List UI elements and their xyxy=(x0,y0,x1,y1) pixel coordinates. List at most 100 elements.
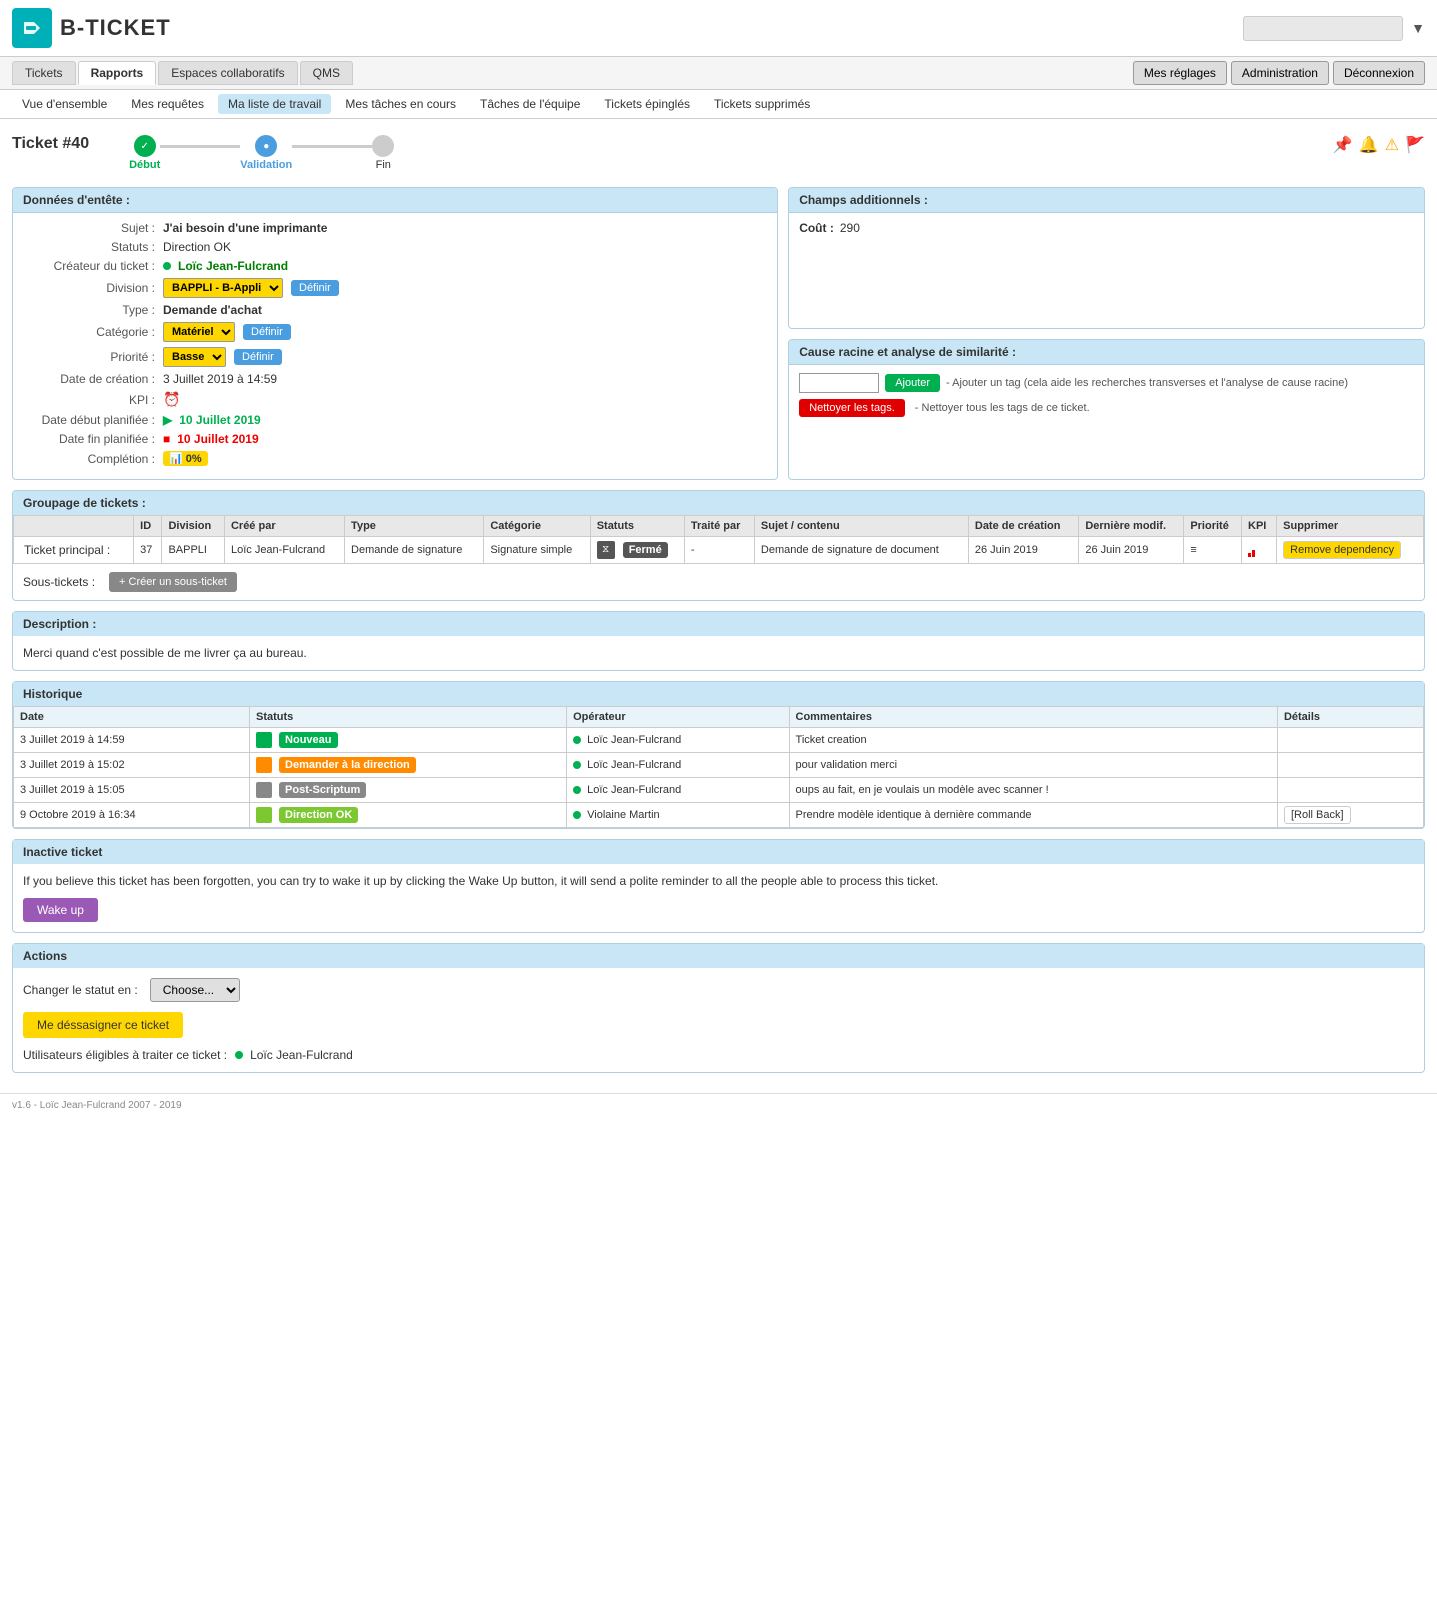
date-fin-value: 10 Juillet 2019 xyxy=(177,432,258,446)
champs-additionnels-box: Champs additionnels : Coût : 290 xyxy=(788,187,1425,329)
hist-details xyxy=(1277,753,1423,778)
filter-icon[interactable]: ▼ xyxy=(1411,20,1425,36)
step-circle-debut: ✓ xyxy=(134,135,156,157)
groupage-section: Groupage de tickets : ID Division Créé p… xyxy=(12,490,1425,601)
tag-input-row: Ajouter - Ajouter un tag (cela aide les … xyxy=(799,373,1414,393)
administration-button[interactable]: Administration xyxy=(1231,61,1329,85)
hist-details: [Roll Back] xyxy=(1277,803,1423,828)
row-statuts: Statuts : Direction OK xyxy=(23,240,767,254)
createur-label: Créateur du ticket : xyxy=(23,259,163,273)
tab-rapports[interactable]: Rapports xyxy=(78,61,157,85)
row-createur: Créateur du ticket : Loïc Jean-Fulcrand xyxy=(23,259,767,273)
remove-dependency-button[interactable]: Remove dependency xyxy=(1283,541,1401,559)
ticket-header: Ticket #40 ✓ Début ● Validation Fin 📌 🔔 … xyxy=(12,129,1425,177)
th-sujet: Sujet / contenu xyxy=(754,516,968,537)
inactive-message: If you believe this ticket has been forg… xyxy=(23,874,1414,888)
header-right: ▼ xyxy=(1243,16,1425,41)
division-container: BAPPLI - B-Appli Définir xyxy=(163,278,339,298)
tp-remove[interactable]: Remove dependency xyxy=(1277,537,1424,564)
row-date-debut: Date début planifiée : ▶ 10 Juillet 2019 xyxy=(23,413,767,427)
th-type: Type xyxy=(345,516,484,537)
step-validation: ● Validation xyxy=(240,135,292,171)
th-date: Date xyxy=(14,707,250,728)
th-supprimer: Supprimer xyxy=(1277,516,1424,537)
tp-date-creation: 26 Juin 2019 xyxy=(968,537,1078,564)
th-priorite: Priorité xyxy=(1184,516,1242,537)
subnav-tickets-epingles[interactable]: Tickets épinglés xyxy=(594,94,700,114)
changer-statut-label: Changer le statut en : xyxy=(23,983,138,997)
categorie-container: Matériel Définir xyxy=(163,322,291,342)
type-label: Type : xyxy=(23,303,163,317)
description-content: Merci quand c'est possible de me livrer … xyxy=(23,646,307,660)
subnav-taches-equipe[interactable]: Tâches de l'équipe xyxy=(470,94,590,114)
date-fin-label: Date fin planifiée : xyxy=(23,432,163,446)
inactive-body: If you believe this ticket has been forg… xyxy=(13,864,1424,932)
creer-sous-ticket-button[interactable]: + Créer un sous-ticket xyxy=(109,572,237,592)
cout-value: 290 xyxy=(840,221,860,235)
categorie-definir-button[interactable]: Définir xyxy=(243,324,291,340)
ticket-principal-label: Ticket principal : xyxy=(14,537,134,564)
dessasigner-button[interactable]: Me déssasigner ce ticket xyxy=(23,1012,183,1038)
warning-icon[interactable]: ⚠ xyxy=(1385,135,1399,155)
deconnexion-button[interactable]: Déconnexion xyxy=(1333,61,1425,85)
nav-right-buttons: Mes réglages Administration Déconnexion xyxy=(1133,61,1425,85)
champs-header: Champs additionnels : xyxy=(789,188,1424,213)
wakeup-button[interactable]: Wake up xyxy=(23,898,98,922)
search-input[interactable] xyxy=(1243,16,1403,41)
donnees-header: Données d'entête : xyxy=(13,188,777,213)
hist-commentaires: pour validation merci xyxy=(789,753,1277,778)
ticket-principal-row: Ticket principal : 37 BAPPLI Loïc Jean-F… xyxy=(14,537,1424,564)
tp-statuts: ⧖ Fermé xyxy=(590,537,684,564)
tab-espaces[interactable]: Espaces collaboratifs xyxy=(158,61,297,85)
subnav-tickets-supprimes[interactable]: Tickets supprimés xyxy=(704,94,820,114)
th-details: Détails xyxy=(1277,707,1423,728)
categorie-select[interactable]: Matériel xyxy=(163,322,235,342)
subnav-taches-en-cours[interactable]: Mes tâches en cours xyxy=(335,94,466,114)
ajouter-hint: - Ajouter un tag (cela aide les recherch… xyxy=(946,377,1348,389)
changer-statut-select[interactable]: Choose... xyxy=(150,978,240,1002)
eligibles-dot xyxy=(235,1051,243,1059)
subnav-mes-requetes[interactable]: Mes requêtes xyxy=(121,94,214,114)
subnav-ma-liste[interactable]: Ma liste de travail xyxy=(218,94,331,114)
sujet-value: J'ai besoin d'une imprimante xyxy=(163,221,327,235)
mes-reglages-button[interactable]: Mes réglages xyxy=(1133,61,1227,85)
th-kpi: KPI xyxy=(1242,516,1277,537)
categorie-label: Catégorie : xyxy=(23,325,163,339)
completion-value: 0% xyxy=(186,453,202,465)
actions-body: Changer le statut en : Choose... Me déss… xyxy=(13,968,1424,1072)
hist-row: 3 Juillet 2019 à 15:02 Demander à la dir… xyxy=(14,753,1424,778)
hist-details xyxy=(1277,778,1423,803)
actions-header: Actions xyxy=(13,944,1424,968)
hist-row: 3 Juillet 2019 à 15:05 Post-Scriptum Loï… xyxy=(14,778,1424,803)
pin-icon[interactable]: 📌 xyxy=(1333,135,1353,155)
connector-1 xyxy=(160,145,240,148)
bell-icon[interactable]: 🔔 xyxy=(1359,135,1379,155)
createur-value: Loïc Jean-Fulcrand xyxy=(178,259,288,273)
historique-section: Historique Date Statuts Opérateur Commen… xyxy=(12,681,1425,829)
main-content: Ticket #40 ✓ Début ● Validation Fin 📌 🔔 … xyxy=(0,119,1437,1093)
tp-derniere: 26 Juin 2019 xyxy=(1079,537,1184,564)
division-select[interactable]: BAPPLI - B-Appli xyxy=(163,278,283,298)
priorite-definir-button[interactable]: Définir xyxy=(234,349,282,365)
flag-icon[interactable]: 🚩 xyxy=(1405,135,1425,155)
tag-text-input[interactable] xyxy=(799,373,879,393)
hist-operateur: Loïc Jean-Fulcrand xyxy=(567,778,789,803)
ajouter-button[interactable]: Ajouter xyxy=(885,374,940,392)
hist-date: 3 Juillet 2019 à 15:02 xyxy=(14,753,250,778)
division-definir-button[interactable]: Définir xyxy=(291,280,339,296)
cause-body: Ajouter - Ajouter un tag (cela aide les … xyxy=(789,365,1424,425)
clear-tags-button[interactable]: Nettoyer les tags. xyxy=(799,399,905,417)
statuts-value: Direction OK xyxy=(163,240,231,254)
nav-bar: Tickets Rapports Espaces collaboratifs Q… xyxy=(0,57,1437,90)
hist-commentaires: Ticket creation xyxy=(789,728,1277,753)
tab-tickets[interactable]: Tickets xyxy=(12,61,76,85)
hist-header-row: Date Statuts Opérateur Commentaires Déta… xyxy=(14,707,1424,728)
logo: B-TICKET xyxy=(12,8,171,48)
subnav-vue-ensemble[interactable]: Vue d'ensemble xyxy=(12,94,117,114)
step-circle-fin xyxy=(372,135,394,157)
hist-date: 9 Octobre 2019 à 16:34 xyxy=(14,803,250,828)
priorite-select[interactable]: Basse xyxy=(163,347,226,367)
tab-qms[interactable]: QMS xyxy=(300,61,353,85)
sub-nav: Vue d'ensemble Mes requêtes Ma liste de … xyxy=(0,90,1437,119)
description-header: Description : xyxy=(13,612,1424,636)
